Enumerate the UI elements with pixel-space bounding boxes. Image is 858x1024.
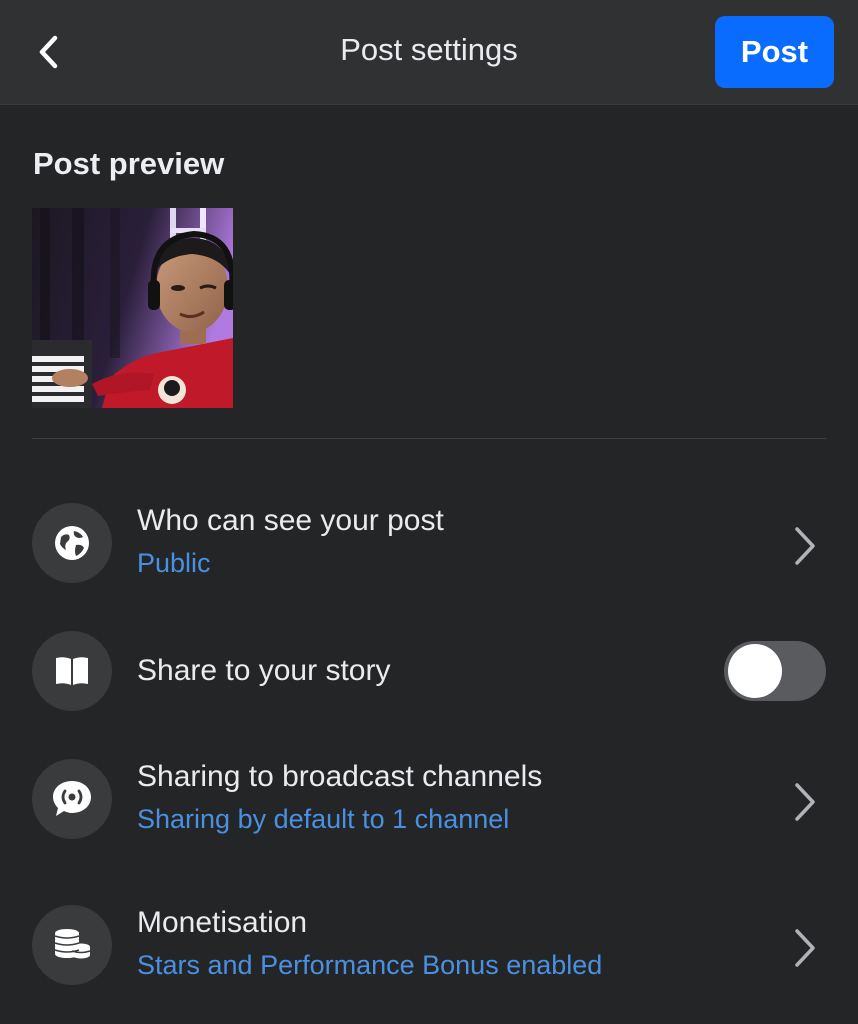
monetisation-setting-row[interactable]: Monetisation Stars and Performance Bonus… [0,892,858,1002]
chevron-right-icon [790,524,820,568]
story-setting-row: Share to your story [0,618,858,728]
chevron-right-icon [790,780,820,824]
back-button[interactable] [28,28,68,76]
top-bar: Post settings Post [0,0,858,105]
monetisation-title: Monetisation [137,906,308,939]
globe-icon [55,526,89,560]
post-preview-thumbnail[interactable] [32,208,233,408]
book-icon [56,657,88,685]
post-button[interactable]: Post [715,16,834,88]
preview-photo [32,208,233,408]
audience-icon-circle [32,503,112,583]
section-divider [32,438,826,439]
monetisation-icon-circle [32,905,112,985]
audience-title: Who can see your post [137,504,444,537]
audience-setting-row[interactable]: Who can see your post Public [0,490,858,600]
share-to-story-toggle[interactable] [724,641,826,701]
toggle-knob [728,644,782,698]
broadcast-icon-circle [32,759,112,839]
story-title: Share to your story [137,654,391,687]
story-icon-circle [32,631,112,711]
chevron-right-icon [790,926,820,970]
post-preview-heading: Post preview [33,146,225,181]
broadcast-setting-row[interactable]: Sharing to broadcast channels Sharing by… [0,746,858,856]
broadcast-title: Sharing to broadcast channels [137,760,543,793]
audience-value: Public [137,548,211,578]
broadcast-icon [53,781,91,816]
chevron-left-icon [39,35,58,69]
broadcast-value: Sharing by default to 1 channel [137,804,510,834]
coins-icon [54,929,91,959]
monetisation-value: Stars and Performance Bonus enabled [137,950,603,980]
